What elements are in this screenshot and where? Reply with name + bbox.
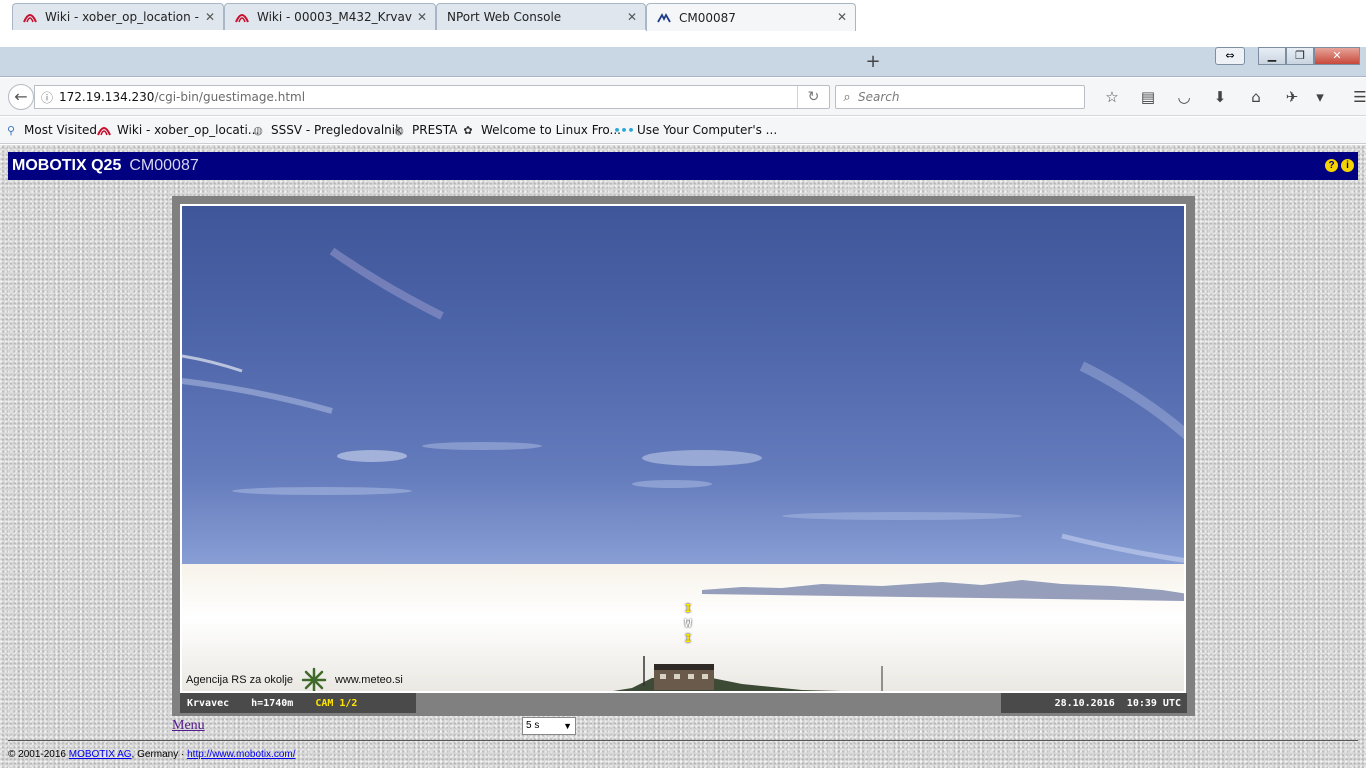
copyright-text: © 2001-2016 <box>8 749 69 760</box>
tab-title: Wiki - 00003_M432_Krvave... <box>257 10 412 24</box>
agency-text: Agencija RS za okolje <box>186 674 294 686</box>
back-button[interactable]: ← <box>8 84 34 110</box>
mobotix-icon <box>657 11 671 25</box>
pocket-icon[interactable]: ◡ <box>1166 86 1202 108</box>
dots-icon: ••• <box>613 123 635 137</box>
close-window-button[interactable]: ✕ <box>1314 47 1360 65</box>
tab-strip <box>0 47 1366 77</box>
download-icon[interactable]: ⬇ <box>1202 86 1238 108</box>
reload-icon[interactable]: ↻ <box>797 86 829 108</box>
search-placeholder: Search <box>858 90 900 104</box>
footer: © 2001-2016 MOBOTIX AG, Germany · http:/… <box>8 749 296 760</box>
bookmark-wiki[interactable]: Wiki - xober_op_locati... <box>97 123 259 137</box>
wiki-icon <box>23 10 37 24</box>
osd-timestamp: 28.10.2016 10:39 UTC <box>1001 693 1187 713</box>
window-controls: ▁ ❐ ✕ <box>1258 47 1360 65</box>
bookmark-presta[interactable]: ◍ PRESTA <box>392 123 457 137</box>
compass-marker: I W I <box>682 601 694 646</box>
bookmark-star-icon[interactable]: ☆ <box>1094 86 1130 108</box>
bookmark-label: Most Visited <box>24 123 98 137</box>
company-link[interactable]: MOBOTIX AG <box>69 749 132 760</box>
tab-title: NPort Web Console <box>447 10 562 24</box>
hamburger-menu-icon[interactable]: ☰ <box>1342 86 1366 108</box>
info-icon[interactable]: ⓘ <box>35 89 59 106</box>
tab-overflow-icon[interactable]: ⇔ <box>1215 47 1245 65</box>
menu-link[interactable]: Menu <box>172 718 205 734</box>
wiki-icon <box>97 123 111 137</box>
tab-title: CM00087 <box>679 10 736 25</box>
bookmark-label: Use Your Computer's ... <box>637 123 778 137</box>
footer-divider <box>8 740 1358 741</box>
tab-wiki-location[interactable]: Wiki - xober_op_location - ... ✕ <box>12 3 224 30</box>
maximize-button[interactable]: ❐ <box>1286 47 1314 65</box>
most-visited-icon: ⚲ <box>6 123 16 137</box>
camera-name: CM00087 <box>129 157 199 174</box>
chevron-down-icon: ▼ <box>563 721 572 731</box>
bookmark-most-visited[interactable]: ⚲ Most Visited <box>4 123 97 137</box>
url-path: /cgi-bin/guestimage.html <box>154 90 306 104</box>
url-host: 172.19.134.230 <box>59 90 155 104</box>
bookmark-label: Welcome to Linux Fro... <box>481 123 621 137</box>
bookmark-label: Wiki - xober_op_locati... <box>117 123 260 137</box>
tab-title: Wiki - xober_op_location - ... <box>45 10 200 24</box>
camera-model: MOBOTIX Q25 <box>12 157 122 174</box>
search-icon: ⌕ <box>843 89 851 105</box>
refresh-interval-select[interactable]: 5 s ▼ <box>522 717 576 735</box>
close-icon[interactable]: ✕ <box>417 10 427 24</box>
linux-icon: ✿ <box>463 123 473 137</box>
website-link[interactable]: http://www.mobotix.com/ <box>187 749 295 760</box>
bookmark-sssv[interactable]: ◍ SSSV - Pregledovalnik <box>251 123 402 137</box>
tab-nport[interactable]: NPort Web Console ✕ <box>436 3 646 30</box>
tab-cm00087[interactable]: CM00087 ✕ <box>646 3 856 31</box>
close-icon[interactable]: ✕ <box>205 10 215 24</box>
search-input[interactable]: ⌕ Search <box>835 85 1085 109</box>
bookmarks-bar: ⚲ Most Visited Wiki - xober_op_locati...… <box>0 117 1366 144</box>
extension-icon[interactable]: ✈ <box>1274 86 1310 108</box>
osd-location-bar: Krvavec h=1740m CAM 1/2 <box>180 693 416 713</box>
compass-tick: I <box>684 632 692 645</box>
minimize-button[interactable]: ▁ <box>1258 47 1286 65</box>
arso-logo-icon <box>301 667 327 691</box>
home-icon[interactable]: ⌂ <box>1238 86 1274 108</box>
camera-page: MOBOTIX Q25 CM00087 ? i Agencija RS za o… <box>0 145 1366 768</box>
url-bar[interactable]: ⓘ 172.19.134.230/cgi-bin/guestimage.html… <box>34 85 830 109</box>
chevron-down-icon[interactable]: ▾ <box>1310 86 1330 108</box>
meteo-website: www.meteo.si <box>335 674 403 686</box>
header-icons: ? i <box>1322 159 1354 172</box>
close-icon[interactable]: ✕ <box>837 10 847 24</box>
compass-direction: W <box>684 617 692 630</box>
tab-wiki-krvavec[interactable]: Wiki - 00003_M432_Krvave... ✕ <box>224 3 436 30</box>
bookmark-use-computer[interactable]: ••• Use Your Computer's ... <box>613 123 778 137</box>
interval-value: 5 s <box>526 720 540 731</box>
camera-header: MOBOTIX Q25 CM00087 ? i <box>8 152 1358 180</box>
bookmark-label: PRESTA <box>412 123 458 137</box>
meteo-overlay: Agencija RS za okolje www.meteo.si <box>186 667 403 691</box>
live-camera-image[interactable]: Agencija RS za okolje www.meteo.si I W I <box>180 204 1186 693</box>
country-text: , Germany · <box>131 749 188 760</box>
toolbar-icons: ☆ ▤ ◡ ⬇ ⌂ ✈ ▾ ☰ <box>1094 86 1366 108</box>
compass-tick: I <box>684 602 692 615</box>
globe-icon: ◍ <box>394 123 404 137</box>
info-icon[interactable]: i <box>1341 159 1354 172</box>
reading-list-icon[interactable]: ▤ <box>1130 86 1166 108</box>
help-icon[interactable]: ? <box>1325 159 1338 172</box>
new-tab-button[interactable]: + <box>863 52 883 72</box>
image-frame: Agencija RS za okolje www.meteo.si I W I… <box>172 196 1195 716</box>
bookmark-label: SSSV - Pregledovalnik <box>271 123 403 137</box>
osd-height: h=1740m <box>251 697 294 709</box>
globe-icon: ◍ <box>253 123 263 137</box>
close-icon[interactable]: ✕ <box>627 10 637 24</box>
osd-cam: CAM 1/2 <box>315 697 358 709</box>
bookmark-linux[interactable]: ✿ Welcome to Linux Fro... <box>461 123 621 137</box>
wiki-icon <box>235 10 249 24</box>
osd-location: Krvavec <box>187 697 230 709</box>
